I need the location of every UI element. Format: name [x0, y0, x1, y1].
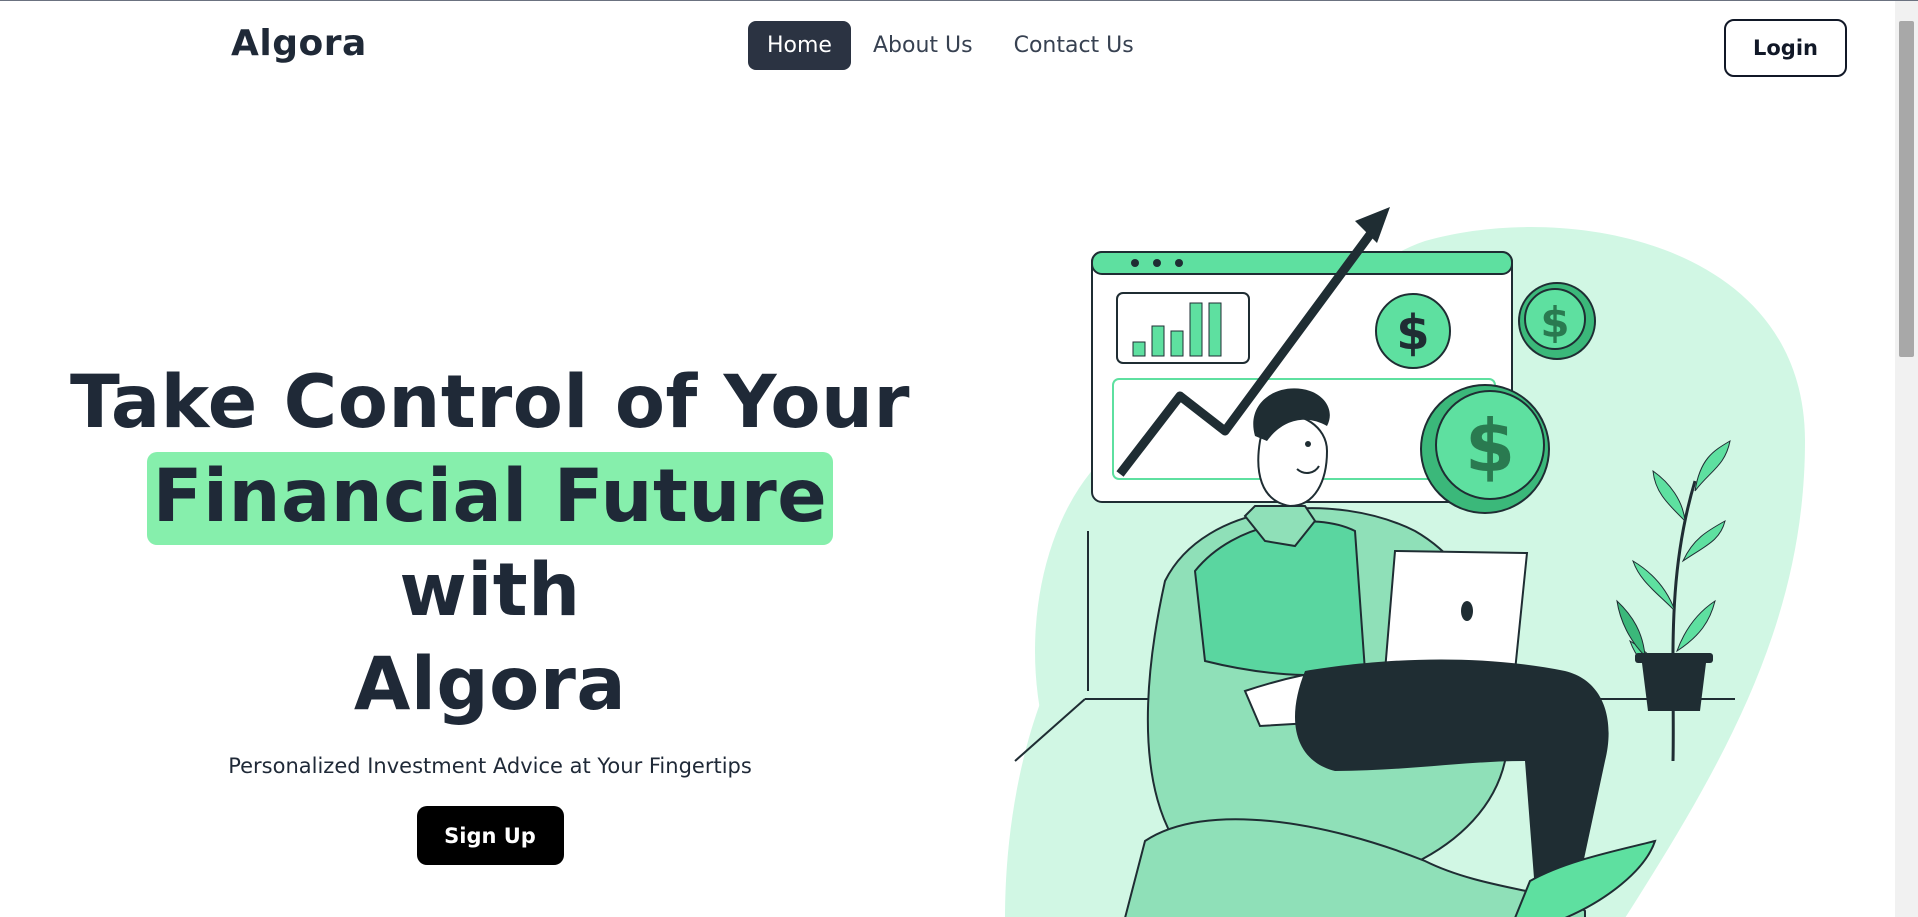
svg-text:$: $: [1465, 404, 1515, 488]
svg-text:$: $: [1540, 298, 1569, 347]
svg-text:$: $: [1396, 305, 1429, 361]
hero-section: Take Control of Your Financial Future wi…: [60, 356, 920, 865]
nav-link-about-us[interactable]: About Us: [854, 21, 992, 70]
nav-link-contact-us[interactable]: Contact Us: [995, 21, 1153, 70]
page: Algora Home About Us Contact Us Login Ta…: [0, 0, 1918, 917]
nav-links: Home About Us Contact Us: [748, 21, 1156, 70]
hero-title-line2-rest: with: [399, 548, 581, 633]
hero-title-line3: Algora: [353, 642, 627, 727]
hero-title: Take Control of Your Financial Future wi…: [60, 356, 920, 732]
navbar: Algora Home About Us Contact Us Login: [0, 1, 1895, 97]
hero-subtitle: Personalized Investment Advice at Your F…: [228, 754, 752, 778]
vertical-scrollbar[interactable]: [1895, 1, 1918, 917]
nav-link-home[interactable]: Home: [748, 21, 851, 70]
brand-logo[interactable]: Algora: [231, 23, 367, 64]
sign-up-button[interactable]: Sign Up: [416, 806, 564, 865]
laptop-icon: [1383, 549, 1529, 672]
scrollbar-thumb[interactable]: [1899, 21, 1914, 357]
hero-title-highlight: Financial Future: [146, 452, 834, 545]
bar-chart-icon: [1116, 292, 1250, 364]
login-button[interactable]: Login: [1724, 19, 1847, 77]
hero-title-line1: Take Control of Your: [70, 360, 910, 445]
hero-illustration: $ $ $: [1005, 207, 1805, 917]
